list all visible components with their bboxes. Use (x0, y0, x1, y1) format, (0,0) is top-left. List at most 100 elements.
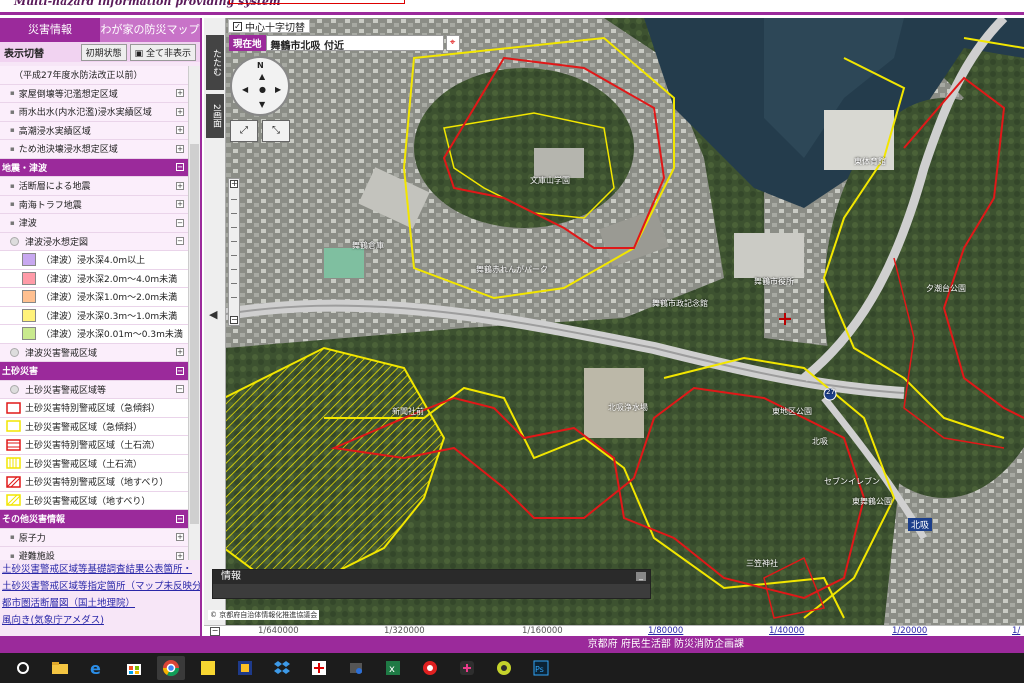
radio-icon[interactable] (10, 384, 19, 394)
pan-left-icon[interactable]: ◀ (242, 85, 248, 94)
map-label: 舞鶴市役所 (754, 277, 794, 286)
layer-item[interactable]: ▪ 雨水出水(内水氾濫)浸水実績区域 + (0, 103, 188, 122)
expand-toggle-icon[interactable]: + (176, 181, 184, 190)
info-panel-title: 情報 (213, 570, 650, 584)
tab-disaster-info[interactable]: 災害情報 (0, 18, 100, 42)
scrollbar-thumb[interactable] (190, 144, 199, 524)
layer-item[interactable]: ▪ 避難施設 + (0, 547, 188, 560)
radio-icon[interactable] (10, 347, 19, 357)
tab-home-map[interactable]: わが家の防災マップ (100, 18, 200, 42)
expand-toggle-icon[interactable]: − (176, 237, 184, 246)
route-sign: 北吸 (908, 518, 933, 531)
expand-toggle-icon[interactable]: − (176, 218, 184, 227)
hide-all-button[interactable]: ▣ 全て非表示 (129, 43, 196, 61)
layer-radio-item[interactable]: 津波災害警戒区域 + (0, 343, 188, 362)
layer-section-header[interactable]: 地震・津波 − (0, 158, 188, 177)
expand-toggle-icon[interactable]: + (176, 551, 184, 560)
expand-toggle-icon[interactable]: + (176, 89, 184, 98)
info-panel-minimize-icon[interactable]: _ (636, 572, 646, 581)
layer-label: 津波浸水想定図 (25, 237, 89, 248)
two-screen-button[interactable]: 2画面 (206, 94, 224, 138)
layer-note: （平成27年度水防法改正以前） (0, 66, 188, 85)
pan-up-icon[interactable]: ▲ (259, 72, 265, 81)
header-search-box[interactable] (229, 0, 405, 4)
edge-icon[interactable]: e (83, 656, 111, 680)
fold-button[interactable]: たたむ (206, 35, 224, 90)
expand-toggle-icon[interactable]: + (176, 107, 184, 116)
layer-item[interactable]: ▪ 家屋倒壊等氾濫想定区域 + (0, 84, 188, 103)
pan-control[interactable]: N ▲ ▼ ◀ ▶ ● (230, 56, 290, 116)
dropbox-icon[interactable] (268, 656, 296, 680)
zoom-box-button[interactable]: ⤢ (230, 120, 258, 142)
layer-item[interactable]: ▪ 活断層による地震 + (0, 177, 188, 196)
layer-label: （津波）浸水深2.0m～4.0m未満 (41, 274, 178, 285)
app3-icon[interactable] (342, 656, 370, 680)
layer-item[interactable]: ▪ 高潮浸水実績区域 + (0, 121, 188, 140)
expand-toggle-icon[interactable]: + (176, 533, 184, 542)
layer-radio-item[interactable]: 津波浸水想定図 − (0, 232, 188, 251)
map-label: 夕潮台公園 (926, 284, 966, 293)
app6-icon[interactable] (490, 656, 518, 680)
cortana-icon[interactable] (9, 656, 37, 680)
layer-section-header[interactable]: その他災害情報 − (0, 510, 188, 529)
aerial-map-image (204, 18, 1024, 625)
expand-toggle-icon[interactable]: + (176, 348, 184, 357)
scale-option[interactable]: 1/160000 (522, 626, 563, 636)
link-sediment-designated[interactable]: 土砂災害警戒区域等指定箇所（マップ未反映分） (0, 578, 200, 595)
zoom-slider[interactable]: + − (228, 178, 240, 326)
crosshair-checkbox[interactable]: ✓ (233, 21, 242, 31)
scale-option[interactable]: 1/ (1012, 626, 1020, 636)
app4-icon[interactable] (416, 656, 444, 680)
layer-item[interactable]: ▪ 原子力 + (0, 528, 188, 547)
expand-toggle-icon[interactable]: − (176, 514, 184, 523)
scale-option[interactable]: 1/40000 (769, 626, 804, 636)
scale-option[interactable]: 1/640000 (258, 626, 299, 636)
link-active-fault-map[interactable]: 都市圏活断層図（国土地理院） (0, 595, 200, 612)
layer-radio-item[interactable]: 土砂災害警戒区域等 − (0, 380, 188, 399)
locate-target-icon[interactable]: ⌖ (445, 35, 460, 51)
crosshair-toggle[interactable]: ✓ 中心十字切替 (228, 19, 310, 34)
file-explorer-icon[interactable] (46, 656, 74, 680)
excel-like-icon[interactable]: x (379, 656, 407, 680)
scale-option[interactable]: 1/20000 (892, 626, 927, 636)
sticky-notes-icon[interactable] (194, 656, 222, 680)
app5-icon[interactable] (453, 656, 481, 680)
map-view[interactable]: ◀ ✓ 中心十字切替 現在地 舞鶴市北吸 付近 ⌖ たたむ 2画面 N ▲ ▼ … (204, 18, 1024, 625)
link-sediment-survey[interactable]: 土砂災害警戒区域等基礎調査結果公表箇所・ (0, 561, 200, 578)
map-label: 東舞鶴公園 (852, 497, 892, 506)
store-icon[interactable] (120, 656, 148, 680)
map-label: セブンイレブン (824, 477, 880, 486)
reset-button[interactable]: 初期状態 (80, 43, 127, 61)
expand-toggle-icon[interactable]: − (176, 366, 184, 375)
layer-label: 土砂災害特別警戒区域（地すべり） (25, 478, 169, 489)
radio-icon[interactable] (10, 236, 19, 246)
expand-toggle-icon[interactable]: + (176, 144, 184, 153)
pan-right-icon[interactable]: ▶ (275, 85, 281, 94)
app2-icon[interactable] (305, 656, 333, 680)
chrome-icon[interactable] (157, 656, 185, 680)
expand-toggle-icon[interactable]: + (176, 126, 184, 135)
footer: 京都府 府民生活部 防災消防企画課 (0, 636, 1024, 653)
scale-option[interactable]: 1/80000 (648, 626, 683, 636)
expand-toggle-icon[interactable]: − (176, 163, 184, 172)
layer-item[interactable]: ▪ 南海トラフ地震 + (0, 195, 188, 214)
expand-toggle-icon[interactable]: − (176, 385, 184, 394)
tsunami-depth-legend-item: （津波）浸水深0.01m～0.3m未満 (0, 325, 188, 344)
app-icon[interactable] (231, 656, 259, 680)
zoom-out-icon[interactable]: − (230, 316, 238, 324)
pan-center-icon[interactable]: ● (259, 85, 266, 94)
layer-item[interactable]: ▪ 津波 − (0, 214, 188, 233)
pan-down-icon[interactable]: ▼ (259, 100, 265, 109)
bullet-icon: ▪ (10, 144, 15, 153)
map-label: 三笠神社 (746, 559, 778, 568)
photoshop-icon[interactable]: Ps (527, 656, 555, 680)
layer-item[interactable]: ▪ ため池決壊浸水想定区域 + (0, 140, 188, 159)
zoom-out-box-button[interactable]: ⤡ (262, 120, 290, 142)
link-wind-direction[interactable]: 風向き(気象庁アメダス) (0, 612, 200, 629)
zoom-in-icon[interactable]: + (230, 180, 238, 188)
layer-section-header[interactable]: 土砂災害 − (0, 362, 188, 381)
expand-toggle-icon[interactable]: + (176, 200, 184, 209)
scale-bar-minimize-icon[interactable]: − (210, 627, 220, 636)
scale-option[interactable]: 1/320000 (384, 626, 425, 636)
layer-list-scrollbar[interactable] (188, 66, 200, 560)
